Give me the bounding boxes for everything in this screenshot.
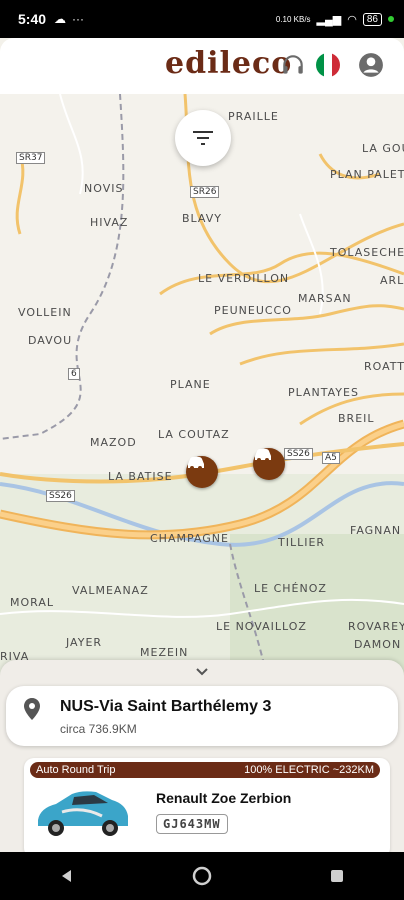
place-label: TILLIER <box>278 536 326 549</box>
road-shield: SS26 <box>46 490 75 502</box>
place-label: VALMEANAZ <box>72 584 149 597</box>
place-label: ROVAREY <box>348 620 404 633</box>
vehicle-name: Renault Zoe Zerbion <box>156 790 292 806</box>
car-marker[interactable] <box>186 456 218 488</box>
car-icon <box>255 449 271 462</box>
vehicle-card[interactable]: Auto Round Trip 100% ELECTRIC ~232KM Ren… <box>24 758 390 858</box>
road-shield: SR37 <box>16 152 46 164</box>
home-icon[interactable] <box>192 866 212 886</box>
cloud-icon: ☁ <box>54 12 67 26</box>
status-time: 5:40 <box>18 11 47 27</box>
filter-icon <box>193 131 213 145</box>
location-name: NUS-Via Saint Barthélemy 3 <box>60 698 272 715</box>
account-icon[interactable] <box>358 52 384 78</box>
place-label: DAVOU <box>28 334 73 347</box>
app-header: edileco <box>0 38 404 94</box>
place-label: MEZEIN <box>140 646 189 659</box>
italy-flag-icon[interactable] <box>316 53 340 77</box>
location-distance: circa 736.9KM <box>60 722 137 736</box>
car-marker[interactable] <box>253 448 285 480</box>
net-speed: 0.10 KB/s <box>275 14 311 24</box>
place-label: NOVIS <box>84 182 124 195</box>
place-label: LE CHÉNOZ <box>254 582 327 595</box>
more-icon: ··· <box>72 12 85 26</box>
place-label: LA GOU <box>362 142 404 155</box>
place-label: HIVAZ <box>90 216 129 229</box>
road-shield: A5 <box>322 452 340 464</box>
wifi-icon: ◠ <box>347 13 357 26</box>
filter-button[interactable] <box>175 110 231 166</box>
road-shield: SR26 <box>190 186 220 198</box>
system-nav-bar <box>0 852 404 900</box>
license-plate: GJ643MW <box>156 814 228 834</box>
recents-icon[interactable] <box>329 868 345 884</box>
status-bar: 5:40 ☁ ··· 0.10 KB/s ▂▄▆ ◠ 86 <box>0 0 404 38</box>
place-label: PLANTAYES <box>288 386 359 399</box>
place-label: DAMON <box>354 638 402 651</box>
place-label: PLAN PALET <box>330 168 404 181</box>
place-label: VOLLEIN <box>18 306 72 319</box>
road-shield: SS26 <box>284 448 313 460</box>
location-card[interactable]: NUS-Via Saint Barthélemy 3 circa 736.9KM <box>6 686 398 746</box>
range-tag: 100% ELECTRIC ~232KM <box>244 764 374 776</box>
place-label: LA COUTAZ <box>158 428 230 441</box>
location-pin-icon <box>24 698 40 720</box>
vehicle-banner: Auto Round Trip 100% ELECTRIC ~232KM <box>30 762 380 778</box>
place-label: JAYER <box>66 636 103 649</box>
place-label: ARL <box>380 274 404 287</box>
place-label: LA BATISE <box>108 470 173 483</box>
place-label: CHAMPAGNE <box>150 532 229 545</box>
back-icon[interactable] <box>59 868 75 884</box>
vehicle-image <box>38 791 128 836</box>
flag-green <box>316 53 324 77</box>
headset-icon[interactable] <box>280 52 306 78</box>
chevron-down-icon[interactable] <box>194 666 210 678</box>
place-label: MAZOD <box>90 436 137 449</box>
battery-level: 86 <box>362 12 382 26</box>
place-label: LE VERDILLON <box>198 272 290 285</box>
place-label: BREIL <box>338 412 375 425</box>
place-label: FAGNAN <box>350 524 402 537</box>
signal-icon: ▂▄▆ <box>316 13 342 26</box>
flag-white <box>324 53 332 77</box>
privacy-dot-icon <box>388 16 394 22</box>
map-view[interactable]: PRAILLE LA GOU NOVIS HIVAZ BLAVY PLAN PA… <box>0 94 404 694</box>
place-label: TOLASECHE <box>330 246 404 259</box>
place-label: PLANE <box>170 378 211 391</box>
place-label: BLAVY <box>182 212 222 225</box>
car-icon <box>188 457 204 470</box>
place-label: ROATT <box>364 360 404 373</box>
place-label: PEUNEUCCO <box>214 304 292 317</box>
place-label: MORAL <box>10 596 54 609</box>
app-logo: edileco <box>165 46 293 81</box>
trip-type-tag: Auto Round Trip <box>36 764 116 776</box>
place-label: MARSAN <box>298 292 352 305</box>
road-shield: 6 <box>68 368 80 380</box>
flag-red <box>332 53 340 77</box>
place-label: LE NOVAILLOZ <box>216 620 307 633</box>
place-label: PRAILLE <box>228 110 279 123</box>
